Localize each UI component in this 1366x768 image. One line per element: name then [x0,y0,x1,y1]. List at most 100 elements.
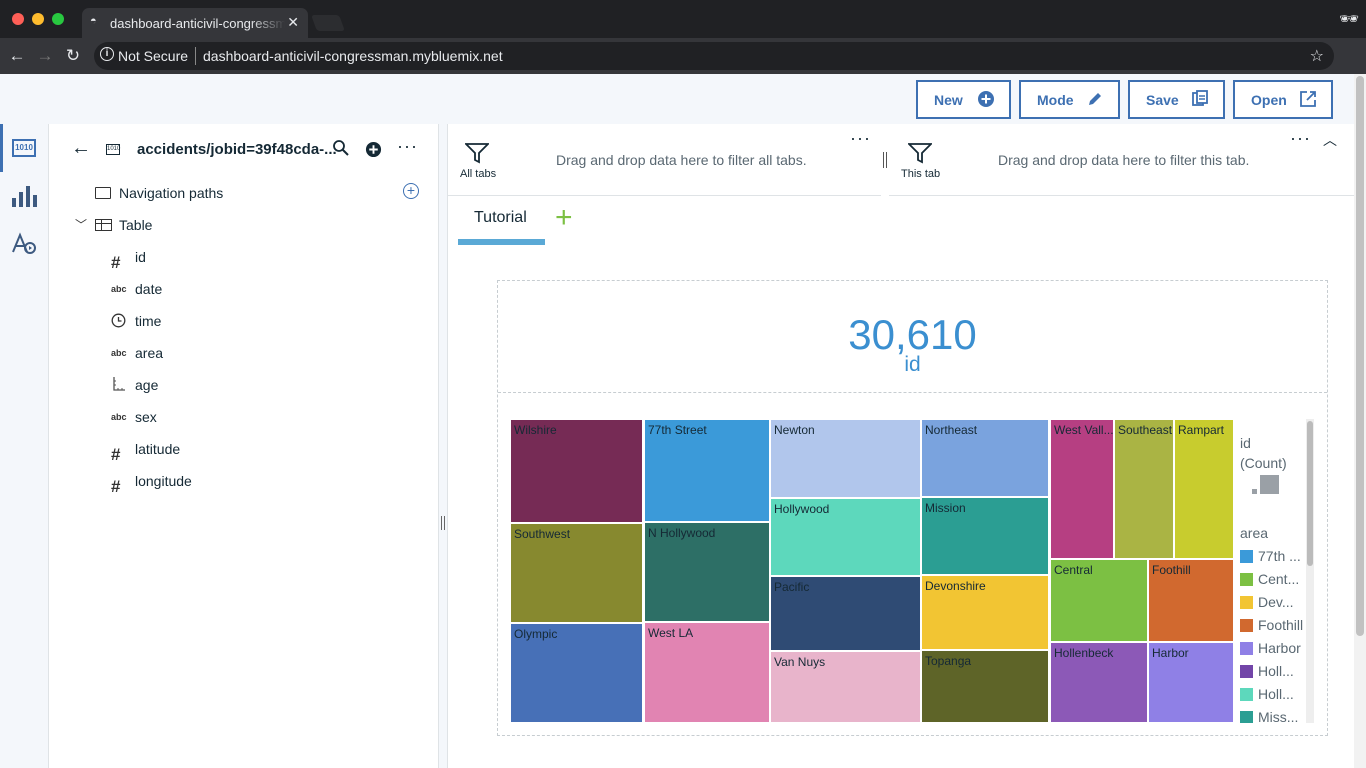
omnibox[interactable]: i Not Secure dashboard-anticivil-congres… [94,42,1334,70]
new-button-label: New [934,92,963,108]
back-arrow-icon[interactable]: ← [71,137,91,160]
data-sources-icon[interactable]: 1010 [12,139,36,157]
treemap-cell[interactable]: Van Nuys [770,651,921,723]
field-item[interactable]: # latitude [49,433,438,465]
treemap-cell[interactable]: N Hollywood [644,522,770,622]
scrollbar-thumb[interactable] [1356,76,1364,636]
treemap-cell[interactable]: Newton [770,419,921,498]
scrollbar-thumb[interactable] [1307,421,1313,566]
treemap-chart[interactable]: Wilshire 77th Street Newton Northeast West V… [510,419,1234,723]
treemap-cell[interactable]: Harbor [1148,642,1234,723]
field-item[interactable]: abc date [49,273,438,305]
treemap-cell[interactable]: Wilshire [510,419,643,523]
field-item[interactable]: abc sex [49,401,438,433]
new-tab-button[interactable] [311,15,345,31]
tab-tutorial[interactable]: Tutorial [458,197,545,245]
field-item[interactable]: age [49,369,438,401]
new-button[interactable]: New [916,80,1011,119]
reload-icon[interactable]: ↻ [62,45,84,67]
add-path-icon[interactable]: + [403,183,419,199]
treemap-cell[interactable]: West Vall... [1050,419,1114,559]
panel-splitter[interactable] [438,124,448,768]
chevron-down-icon[interactable]: ﹀ [75,216,87,233]
treemap-cell[interactable]: Topanga [921,650,1049,723]
treemap-cell-label: Harbor [1152,646,1189,660]
maximize-window-button[interactable] [52,13,64,25]
drag-handle-icon[interactable] [441,516,445,530]
close-tab-icon[interactable]: ✕ [287,14,299,31]
field-item[interactable]: # longitude [49,465,438,497]
field-item[interactable]: # id [49,241,438,273]
treemap-cell[interactable]: Rampart [1174,419,1234,559]
treemap-cell[interactable]: Olympic [510,623,643,723]
field-item[interactable]: time [49,305,438,337]
overflow-menu-icon[interactable]: ··· [850,128,871,149]
kpi-label: id [904,353,921,376]
browser-tab[interactable]: ◓ dashboard-anticivil-congressman.myblue… [82,8,308,38]
treemap-cell[interactable]: Southeast [1114,419,1174,559]
treemap-cell[interactable]: Devonshire [921,575,1049,650]
legend-swatch [1240,596,1253,609]
legend-item[interactable]: Miss... [1240,709,1312,723]
treemap-cell-label: Southeast [1118,423,1173,437]
treemap-cell[interactable]: Mission [921,497,1049,575]
legend-item[interactable]: Holl... [1240,686,1312,706]
chevron-up-icon[interactable]: ︿ [1323,130,1337,150]
back-icon[interactable]: ← [6,45,28,67]
legend-swatch [1240,573,1253,586]
url-text[interactable]: dashboard-anticivil-congressman.mybluemi… [203,48,503,64]
search-icon[interactable] [332,139,350,162]
treemap-cell[interactable]: Southwest [510,523,643,623]
visualizations-icon[interactable] [11,184,37,213]
treemap-cell[interactable]: Foothill [1148,559,1234,642]
mode-button[interactable]: Mode [1019,80,1120,119]
treemap-cell[interactable]: Hollywood [770,498,921,576]
text-icon: abc [111,284,127,294]
close-window-button[interactable] [12,13,24,25]
address-bar-row: ← → ↻ i Not Secure dashboard-anticivil-c… [0,38,1366,74]
ruler-icon [111,376,129,394]
bookmark-star-icon[interactable]: ☆ [1310,46,1324,66]
overflow-menu-icon[interactable]: ··· [1290,128,1311,149]
treemap-cell[interactable]: Central [1050,559,1148,642]
save-button[interactable]: Save [1128,80,1225,119]
add-icon[interactable] [365,141,382,163]
legend-label: Cent... [1258,571,1300,587]
legend-item[interactable]: Harbor [1240,640,1312,660]
dashboard-tabs: Tutorial + [448,197,1354,247]
filter-icon [906,142,934,169]
all-tabs-filter-area[interactable]: All tabs Drag and drop data here to filt… [448,124,881,196]
kpi-widget[interactable]: 30,610 id [498,281,1327,393]
legend-label: Miss... [1258,709,1299,723]
open-button[interactable]: Open [1233,80,1333,119]
treemap-cell[interactable]: Pacific [770,576,921,651]
forward-icon[interactable]: → [34,45,56,67]
this-tab-filter-area[interactable]: This tab Drag and drop data here to filt… [889,124,1354,196]
legend-item[interactable]: Dev... [1240,594,1312,614]
legend-item[interactable]: 77th ... [1240,548,1312,568]
treemap-cell-label: Rampart [1178,423,1225,437]
treemap-cell-label: Devonshire [925,579,986,593]
treemap-cell[interactable]: Hollenbeck [1050,642,1148,723]
treemap-cell[interactable]: Northeast [921,419,1049,497]
overflow-menu-icon[interactable]: ··· [397,136,418,157]
legend-item[interactable]: Cent... [1240,571,1312,591]
legend-item[interactable]: Holl... [1240,663,1312,683]
legend-swatch [1240,711,1253,723]
clock-icon [111,312,129,330]
legend-item[interactable]: Foothill [1240,617,1312,637]
table-item[interactable]: ﹀ Table [49,209,438,241]
minimize-window-button[interactable] [32,13,44,25]
add-tab-icon[interactable]: + [555,203,573,233]
treemap-cell[interactable]: West LA [644,622,770,723]
widgets-icon[interactable] [11,232,37,261]
navigation-paths-item[interactable]: Navigation paths + [49,177,438,209]
treemap-cell-label: Hollenbeck [1054,646,1114,660]
field-item[interactable]: abc area [49,337,438,369]
legend-label: Foothill [1258,617,1304,633]
page-scrollbar[interactable] [1354,74,1366,768]
treemap-cell-label: Foothill [1152,563,1191,577]
legend-scrollbar[interactable] [1306,419,1314,723]
text-icon: abc [111,412,127,422]
treemap-cell[interactable]: 77th Street [644,419,770,522]
